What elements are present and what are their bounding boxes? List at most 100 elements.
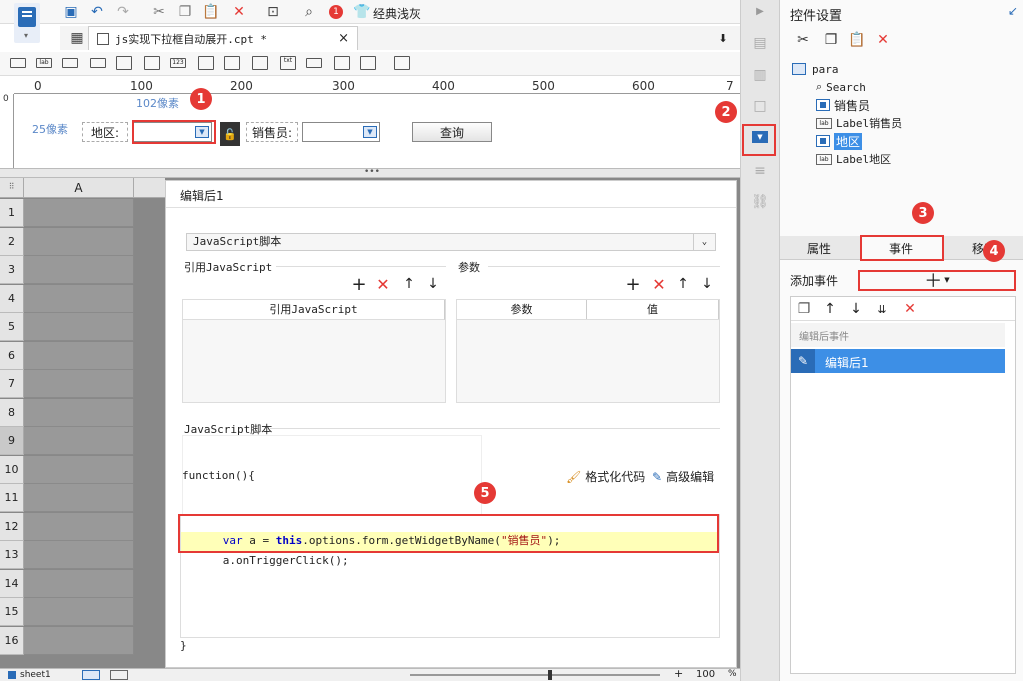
password-widget-icon[interactable] <box>306 58 322 68</box>
grid-cell[interactable] <box>24 398 134 427</box>
template-icon[interactable]: ⊡ <box>264 3 282 21</box>
toolbar-widget-icon[interactable] <box>394 56 410 70</box>
properties-icon[interactable]: ▥ <box>751 66 769 84</box>
button-widget-icon[interactable] <box>62 58 78 68</box>
row-header[interactable]: 10 <box>0 455 24 484</box>
tree-item-area[interactable]: 地区 <box>816 132 863 150</box>
delete-icon[interactable]: ✕ <box>874 31 892 49</box>
grid-cell[interactable] <box>24 598 134 626</box>
notification-badge[interactable]: 1 <box>329 5 343 19</box>
format-code-button[interactable]: 🖌 格式化代码 <box>566 468 645 485</box>
tree-item-label-sales[interactable]: lab Label销售员 <box>816 114 902 132</box>
panel-splitter[interactable]: ••• <box>0 167 740 178</box>
row-header[interactable]: 4 <box>0 284 24 313</box>
number-widget-icon[interactable]: 123 <box>170 58 186 68</box>
row-header[interactable]: 5 <box>0 313 24 341</box>
cut-icon[interactable]: ✂ <box>794 31 812 49</box>
theme-shirt-icon[interactable]: 👕 <box>353 3 371 21</box>
copy-icon[interactable]: ❐ <box>176 3 194 21</box>
row-header[interactable]: 9 <box>0 427 24 455</box>
row-header[interactable]: 12 <box>0 512 24 541</box>
sales-combo[interactable]: ▼ <box>302 122 380 142</box>
move-up-icon[interactable]: ↑ <box>400 275 418 293</box>
grid-cell[interactable] <box>24 227 134 256</box>
zoom-slider[interactable] <box>410 670 660 680</box>
param-down-icon[interactable]: ↓ <box>698 275 716 293</box>
row-header[interactable]: 15 <box>0 598 24 626</box>
corner-cell[interactable]: ⠿ <box>0 178 24 198</box>
close-icon[interactable]: × <box>338 31 349 46</box>
table-widget-icon[interactable] <box>144 56 160 70</box>
grid-cell[interactable] <box>24 256 134 284</box>
radio-widget-icon[interactable] <box>224 56 240 70</box>
grid-cell[interactable] <box>24 541 134 569</box>
grid-cell[interactable] <box>24 341 134 370</box>
collapse-icon[interactable]: ↙ <box>1008 4 1018 18</box>
save-icon[interactable]: ▣ <box>62 3 80 21</box>
grid-cell[interactable] <box>24 284 134 313</box>
tree-root[interactable]: para <box>792 60 839 78</box>
zoom-value[interactable]: 100 <box>696 669 715 680</box>
grid-cell[interactable] <box>24 512 134 541</box>
remove-icon[interactable]: ✕ <box>374 275 392 294</box>
row-header[interactable]: 11 <box>0 484 24 512</box>
ref-js-table[interactable]: 引用JavaScript <box>182 299 446 403</box>
cut-icon[interactable]: ✂ <box>150 3 168 21</box>
zoom-in-icon[interactable]: + <box>674 667 683 680</box>
chevron-down-icon[interactable]: ▼ <box>363 126 377 138</box>
zoom-slider-thumb[interactable] <box>548 670 552 680</box>
theme-label[interactable]: 经典浅灰 <box>373 5 421 22</box>
app-logo-icon[interactable]: ▾ <box>14 3 40 43</box>
preview-icon[interactable]: ⌕ <box>300 3 318 21</box>
layout-icon[interactable]: ▤ <box>751 34 769 52</box>
sales-label[interactable]: 销售员: <box>246 122 298 142</box>
grid-cell[interactable] <box>24 370 134 398</box>
multiselect-widget-icon[interactable] <box>334 56 350 70</box>
paste-icon[interactable]: 📋 <box>202 3 220 21</box>
param-up-icon[interactable]: ↑ <box>674 275 692 293</box>
tab-attributes[interactable]: 属性 <box>780 236 858 260</box>
row-header[interactable]: 3 <box>0 256 24 284</box>
row-header[interactable]: 13 <box>0 541 24 569</box>
delete-event-icon[interactable]: ✕ <box>901 300 919 318</box>
copy-icon[interactable]: ❐ <box>822 31 840 49</box>
remove-param-icon[interactable]: ✕ <box>650 275 668 294</box>
copy-event-icon[interactable]: ❐ <box>795 300 813 318</box>
lock-icon[interactable]: 🔓 <box>220 122 240 146</box>
border-icon[interactable]: □ <box>751 97 769 115</box>
grid-cell[interactable] <box>24 455 134 484</box>
add-report-sheet-icon[interactable] <box>110 670 128 680</box>
undo-icon[interactable]: ↶ <box>88 3 106 21</box>
row-header[interactable]: 16 <box>0 626 24 655</box>
tree-item-search[interactable]: ⌕ Search <box>816 78 866 96</box>
query-button[interactable]: 查询 <box>412 122 492 142</box>
textarea-widget-icon[interactable]: txt <box>280 56 296 70</box>
grid-cell[interactable] <box>24 199 134 227</box>
params-table[interactable]: 参数 值 <box>456 299 720 403</box>
row-header[interactable]: 7 <box>0 370 24 398</box>
grid-cell[interactable] <box>24 427 134 455</box>
add-param-icon[interactable]: + <box>624 274 642 295</box>
tree-item-sales[interactable]: 销售员 <box>816 96 870 114</box>
label-widget-icon[interactable]: lab <box>36 58 52 68</box>
tree-item-label-area[interactable]: lab Label地区 <box>816 150 891 168</box>
area-label[interactable]: 地区: <box>82 122 128 142</box>
checkbox-widget-icon[interactable] <box>252 56 268 70</box>
file-tab[interactable]: js实现下拉框自动展开.cpt * × <box>88 26 358 50</box>
row-header[interactable]: 2 <box>0 227 24 256</box>
row-header[interactable]: 8 <box>0 398 24 427</box>
move-up-icon[interactable]: ↑ <box>821 300 839 318</box>
row-header[interactable]: 1 <box>0 199 24 227</box>
advanced-edit-button[interactable]: ✎ 高级编辑 <box>652 468 714 485</box>
expand-arrow-icon[interactable]: ▶ <box>751 2 769 20</box>
textbox-widget-icon[interactable] <box>10 58 26 68</box>
row-header[interactable]: 14 <box>0 569 24 598</box>
tree-widget-icon[interactable] <box>360 56 376 70</box>
grid-cell[interactable] <box>24 484 134 512</box>
date-widget-icon[interactable] <box>116 56 132 70</box>
script-type-select[interactable]: JavaScript脚本 ⌄ <box>186 233 716 251</box>
grid-cell[interactable] <box>24 313 134 341</box>
redo-icon[interactable]: ↷ <box>114 3 132 21</box>
sheet-tab[interactable]: sheet1 <box>8 669 51 681</box>
row-header[interactable]: 6 <box>0 341 24 370</box>
